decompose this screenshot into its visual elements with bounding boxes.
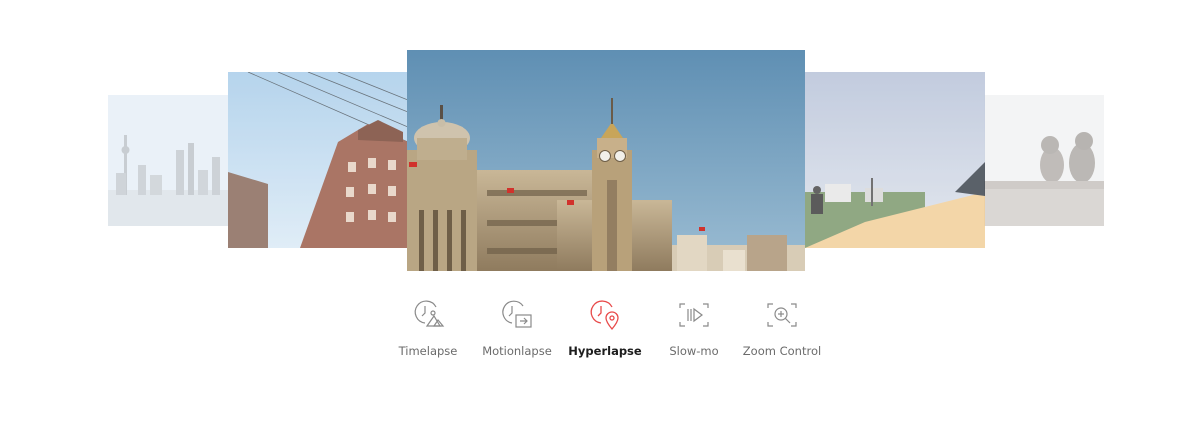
bund-clock-tower-image — [407, 50, 805, 271]
mode-label: Timelapse — [398, 344, 458, 358]
monkeys-image — [984, 95, 1104, 226]
hyperlapse-icon — [587, 298, 623, 332]
carousel-slide-city-skyline[interactable] — [108, 95, 228, 226]
mode-selector: Timelapse Motionlapse Hyperlapse Slow-mo… — [0, 298, 1200, 368]
mode-timelapse[interactable]: Timelapse — [378, 298, 478, 358]
mode-label: Slow-mo — [669, 344, 719, 358]
slowmo-icon — [676, 298, 712, 332]
mode-label: Zoom Control — [742, 344, 822, 358]
mode-zoom-control[interactable]: Zoom Control — [732, 298, 832, 358]
carousel-slide-monkeys[interactable] — [984, 95, 1104, 226]
mode-label: Motionlapse — [482, 344, 552, 358]
carousel-slide-person-on-hill[interactable] — [805, 72, 985, 248]
mode-showcase: Timelapse Motionlapse Hyperlapse Slow-mo… — [0, 0, 1200, 438]
city-skyline-image — [108, 95, 228, 226]
carousel-slide-brick-buildings[interactable] — [228, 72, 408, 248]
zoom-control-icon — [764, 298, 800, 332]
timelapse-icon — [410, 298, 446, 332]
mode-motionlapse[interactable]: Motionlapse — [467, 298, 567, 358]
brick-buildings-image — [228, 72, 408, 248]
mode-hyperlapse[interactable]: Hyperlapse — [555, 298, 655, 358]
mode-label: Hyperlapse — [568, 344, 642, 358]
mode-slowmo[interactable]: Slow-mo — [644, 298, 744, 358]
motionlapse-icon — [499, 298, 535, 332]
carousel-slide-bund-clock-tower[interactable] — [407, 50, 805, 271]
person-on-hill-image — [805, 72, 985, 248]
